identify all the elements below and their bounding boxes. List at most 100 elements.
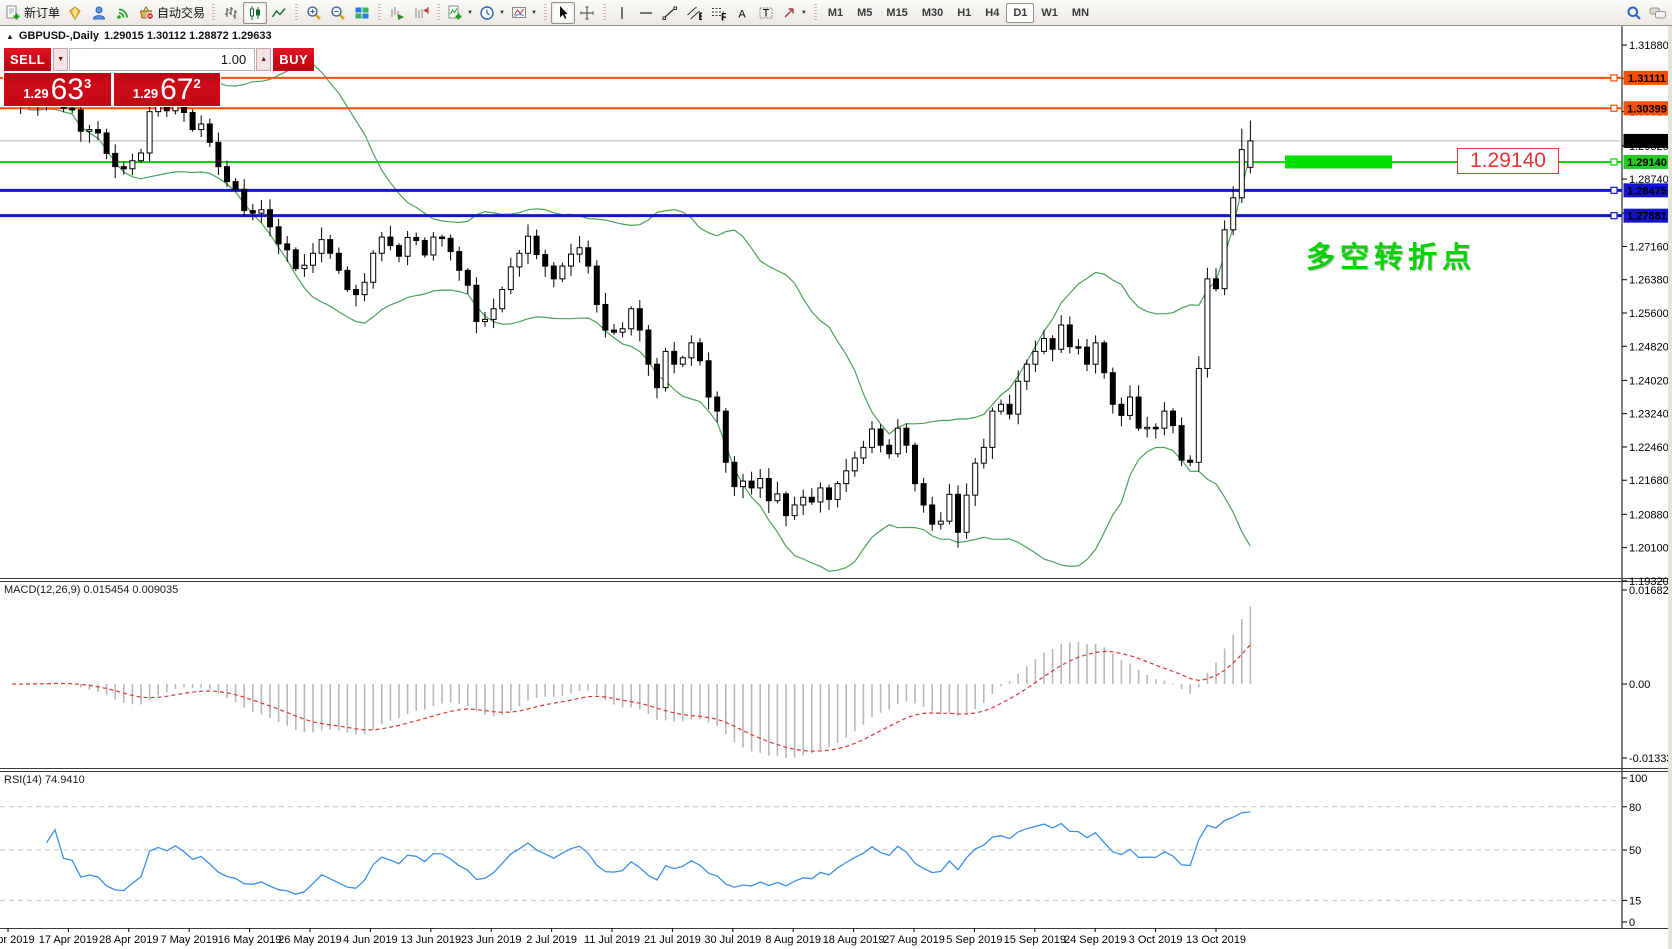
fibonacci-icon: F xyxy=(710,5,726,21)
svg-text:16 May 2019: 16 May 2019 xyxy=(218,934,282,946)
line-endpoint-marker[interactable] xyxy=(1611,75,1617,81)
chat-button[interactable] xyxy=(1646,2,1670,24)
indicators-button[interactable]: ▼ xyxy=(444,2,476,24)
svg-text:4 Jun 2019: 4 Jun 2019 xyxy=(343,934,397,946)
zoom-out-icon xyxy=(330,5,346,21)
svg-text:27 Aug 2019: 27 Aug 2019 xyxy=(883,934,945,946)
search-button[interactable] xyxy=(1622,2,1646,24)
new-order-label: 新订单 xyxy=(24,4,60,21)
arrow-tool-icon xyxy=(781,5,797,21)
volume-decrease-button[interactable]: ▼ xyxy=(53,48,68,71)
price-chart[interactable]: 1.318801.311001.303201.295201.287401.279… xyxy=(0,0,1672,949)
timeframe-mn[interactable]: MN xyxy=(1065,3,1096,23)
date-axis: 8 Apr 201917 Apr 201928 Apr 20197 May 20… xyxy=(0,928,1246,946)
svg-text:1.27160: 1.27160 xyxy=(1629,241,1669,253)
search-icon xyxy=(1626,5,1642,21)
horizontal-line-icon xyxy=(638,5,654,21)
signals-button[interactable] xyxy=(111,2,135,24)
sell-button[interactable]: SELL xyxy=(4,48,51,71)
autotrading-button[interactable]: 自动交易 xyxy=(135,2,208,24)
line-endpoint-marker[interactable] xyxy=(1611,187,1617,193)
one-click-trading-panel: SELL ▼ ▲ BUY 1.29633 1.29672 xyxy=(3,47,221,107)
macd-indicator-label: MACD(12,26,9) 0.015454 0.009035 xyxy=(4,584,178,596)
community-button[interactable] xyxy=(87,2,111,24)
svg-text:1.22460: 1.22460 xyxy=(1629,442,1669,454)
gem-icon xyxy=(67,5,83,21)
tile-windows-button[interactable] xyxy=(350,2,374,24)
text-button[interactable]: A xyxy=(730,2,754,24)
svg-text:28 Apr 2019: 28 Apr 2019 xyxy=(99,934,158,946)
periods-button[interactable]: ▼ xyxy=(476,2,508,24)
chart-shift-button[interactable] xyxy=(409,2,433,24)
text-label-button[interactable]: T xyxy=(754,2,778,24)
turning-point-annotation[interactable]: 多空转折点 xyxy=(1306,234,1476,276)
horizontal-line-button[interactable] xyxy=(634,2,658,24)
line-endpoint-marker[interactable] xyxy=(1611,159,1617,165)
svg-text:13 Oct 2019: 13 Oct 2019 xyxy=(1186,934,1246,946)
toolbar-grip xyxy=(814,4,817,22)
cursor-button[interactable] xyxy=(551,2,575,24)
buy-button[interactable]: BUY xyxy=(273,48,314,71)
text-a-letter: A xyxy=(738,8,746,20)
fibonacci-button[interactable]: F xyxy=(706,2,730,24)
fibo-letter: F xyxy=(721,11,726,21)
auto-scroll-button[interactable] xyxy=(385,2,409,24)
collapse-panel-icon[interactable]: ▲ xyxy=(6,32,14,41)
chart-symbol-period: GBPUSD-,Daily xyxy=(19,30,99,42)
text-label-icon: T xyxy=(758,5,774,21)
metaeditor-button[interactable] xyxy=(63,2,87,24)
bar-chart-button[interactable] xyxy=(219,2,243,24)
svg-text:0.016825: 0.016825 xyxy=(1629,585,1672,597)
timeframe-h1[interactable]: H1 xyxy=(950,3,978,23)
trendline-button[interactable] xyxy=(658,2,682,24)
zoom-out-button[interactable] xyxy=(326,2,350,24)
svg-text:1.24020: 1.24020 xyxy=(1629,375,1669,387)
person-icon xyxy=(91,5,107,21)
svg-text:-0.013332: -0.013332 xyxy=(1629,753,1672,765)
svg-text:1.30399: 1.30399 xyxy=(1627,103,1667,115)
new-order-button[interactable]: 新订单 xyxy=(2,2,63,24)
timeframe-h4[interactable]: H4 xyxy=(978,3,1006,23)
timeframe-m1[interactable]: M1 xyxy=(821,3,850,23)
volume-increase-button[interactable]: ▲ xyxy=(256,48,271,71)
arrows-button[interactable]: ▼ xyxy=(778,2,810,24)
timeframe-m5[interactable]: M5 xyxy=(850,3,879,23)
timeframe-m30[interactable]: M30 xyxy=(915,3,950,23)
svg-text:30 Jul 2019: 30 Jul 2019 xyxy=(704,934,761,946)
auto-scroll-icon xyxy=(389,5,405,21)
candlestick-chart-button[interactable] xyxy=(243,2,267,24)
sell-price-small: 1.29 xyxy=(23,86,48,101)
price-annotation-box[interactable]: 1.29140 xyxy=(1457,148,1559,174)
svg-text:21 Jul 2019: 21 Jul 2019 xyxy=(644,934,701,946)
line-chart-button[interactable] xyxy=(267,2,291,24)
sell-price[interactable]: 1.29633 xyxy=(4,73,111,106)
equidistant-channel-button[interactable]: E xyxy=(682,2,706,24)
macd-axis: 0.0168250.00-0.013332 xyxy=(1622,585,1672,765)
svg-text:1.23240: 1.23240 xyxy=(1629,409,1669,421)
buy-price[interactable]: 1.29672 xyxy=(114,73,221,106)
vertical-line-button[interactable] xyxy=(610,2,634,24)
svg-text:3 Oct 2019: 3 Oct 2019 xyxy=(1129,934,1183,946)
svg-text:1.21680: 1.21680 xyxy=(1629,475,1669,487)
timeframe-m15[interactable]: M15 xyxy=(879,3,914,23)
zoom-in-button[interactable] xyxy=(302,2,326,24)
volume-input[interactable] xyxy=(69,48,255,71)
timeframe-d1[interactable]: D1 xyxy=(1006,3,1034,23)
crosshair-button[interactable] xyxy=(575,2,599,24)
bar-chart-icon xyxy=(223,5,239,21)
highlight-rectangle[interactable] xyxy=(1285,155,1392,168)
bollinger-upper-band xyxy=(12,63,1250,434)
line-endpoint-marker[interactable] xyxy=(1611,105,1617,111)
svg-text:8 Apr 2019: 8 Apr 2019 xyxy=(0,934,35,946)
svg-text:17 Apr 2019: 17 Apr 2019 xyxy=(39,934,98,946)
price-axis: 1.318801.311001.303201.295201.287401.279… xyxy=(1622,40,1669,588)
line-endpoint-marker[interactable] xyxy=(1611,213,1617,219)
svg-text:1.31111: 1.31111 xyxy=(1628,73,1666,85)
candlesticks xyxy=(10,83,1253,548)
timeframe-w1[interactable]: W1 xyxy=(1034,3,1065,23)
dropdown-caret-icon: ▼ xyxy=(499,10,505,16)
channel-letter: E xyxy=(698,11,702,21)
templates-button[interactable]: ▼ xyxy=(508,2,540,24)
svg-text:2 Jul 2019: 2 Jul 2019 xyxy=(526,934,577,946)
svg-text:24 Sep 2019: 24 Sep 2019 xyxy=(1064,934,1126,946)
